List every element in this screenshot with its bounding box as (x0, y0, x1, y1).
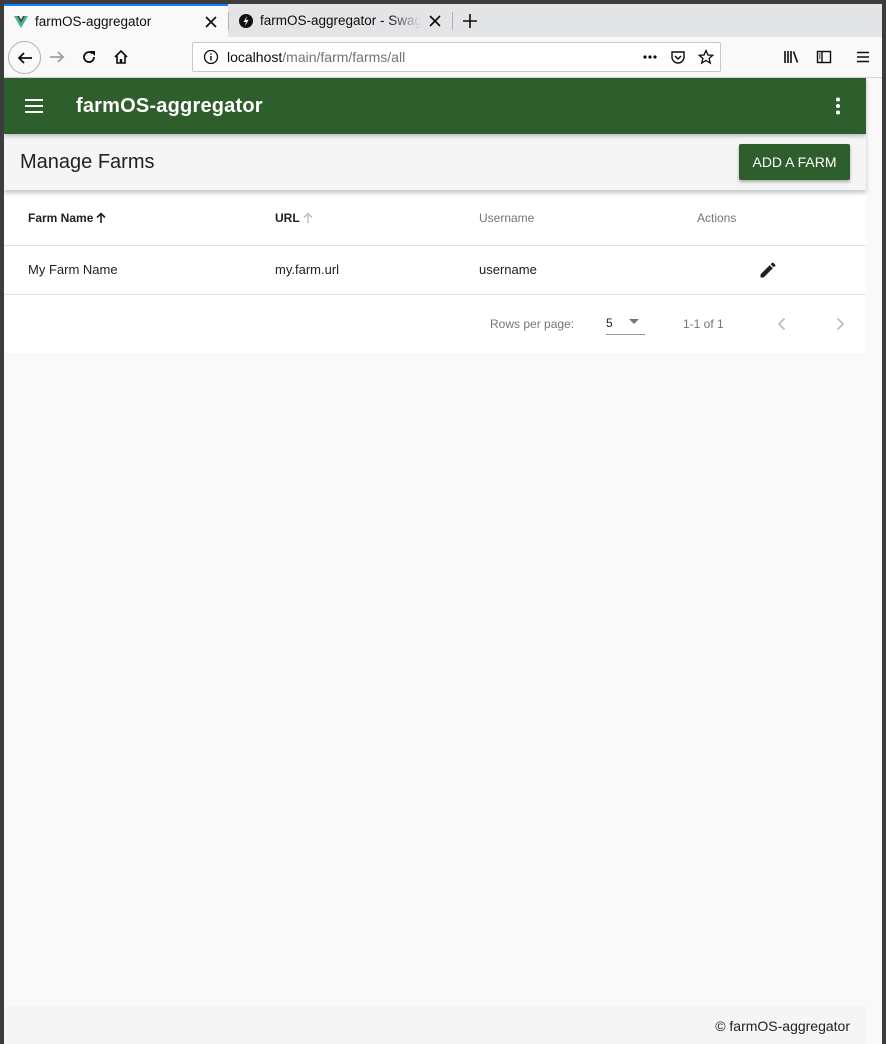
home-icon (114, 49, 128, 64)
column-header-username: Username (479, 190, 534, 246)
vue-logo-icon (13, 14, 29, 30)
tab-title: farmOS-aggregator (35, 14, 152, 29)
url-host: localhost (227, 49, 283, 65)
table-header: Farm Name URL Username Actions (4, 190, 866, 246)
farms-table: Farm Name URL Username Actions My Farm N… (4, 190, 866, 353)
arrow-up-icon (302, 212, 314, 224)
new-tab-button[interactable] (458, 9, 482, 33)
open-menu-button[interactable] (849, 43, 877, 71)
dropdown-arrow-icon (629, 319, 639, 324)
nav-drawer-button[interactable] (16, 88, 52, 124)
cell-username: username (479, 262, 537, 277)
url-actions (636, 43, 720, 71)
close-tab-icon[interactable] (203, 14, 219, 30)
pocket-icon[interactable] (664, 43, 692, 71)
tab-swagger-ui[interactable]: farmOS-aggregator - Swagger UI (229, 4, 452, 37)
rows-per-page-value: 5 (606, 315, 613, 330)
library-button[interactable] (778, 43, 806, 71)
table-footer: Rows per page: 5 1-1 of 1 (4, 295, 866, 353)
app-footer: © farmOS-aggregator (4, 1006, 866, 1044)
reload-icon (83, 51, 95, 63)
sidebar-icon (816, 50, 832, 64)
back-button[interactable] (8, 41, 41, 74)
pagination-range: 1-1 of 1 (683, 317, 724, 331)
rows-per-page-select[interactable]: 5 (606, 311, 645, 335)
more-options-button[interactable] (820, 88, 856, 124)
bookmark-star-icon[interactable] (692, 43, 720, 71)
edit-farm-button[interactable] (756, 258, 780, 282)
forward-button[interactable] (43, 43, 71, 71)
column-header-farm-name[interactable]: Farm Name (28, 190, 107, 246)
column-header-label: URL (275, 211, 300, 225)
cell-farm-name: My Farm Name (28, 262, 118, 277)
library-icon (784, 51, 799, 63)
chevron-right-icon (836, 317, 845, 331)
arrow-up-icon (95, 212, 107, 224)
rows-per-page-label: Rows per page: (490, 317, 575, 331)
home-button[interactable] (107, 43, 135, 71)
column-header-label: Username (479, 211, 535, 225)
arrow-right-icon (50, 51, 65, 63)
arrow-left-icon (17, 51, 32, 64)
scrollbar-gutter (866, 78, 882, 1044)
tab-separator (452, 12, 453, 30)
add-farm-button[interactable]: ADD A FARM (739, 144, 850, 180)
table-row: My Farm Name my.farm.url username (4, 246, 866, 295)
column-header-actions: Actions (697, 190, 736, 246)
app-toolbar: farmOS-aggregator (4, 78, 866, 134)
url-path: /main/farm/farms/all (282, 49, 406, 65)
reload-button[interactable] (75, 43, 103, 71)
copyright-text: © farmOS-aggregator (715, 1018, 850, 1034)
pencil-icon (760, 262, 776, 278)
browser-window: farmOS-aggregator farmOS-aggregator - Sw… (4, 4, 882, 1044)
page-toolbar: Manage Farms ADD A FARM (4, 134, 866, 190)
tab-title: farmOS-aggregator - Swagger UI (260, 13, 421, 28)
more-vert-icon (836, 97, 840, 115)
swagger-icon (238, 13, 254, 29)
url-bar[interactable]: localhost/main/farm/farms/all (192, 42, 721, 72)
navigation-toolbar: localhost/main/farm/farms/all (4, 37, 882, 78)
info-icon[interactable] (203, 49, 219, 65)
page-actions-icon[interactable] (636, 43, 664, 71)
cell-url: my.farm.url (275, 262, 340, 277)
chevron-left-icon (777, 317, 786, 331)
hamburger-menu-icon (857, 51, 869, 63)
menu-icon (25, 99, 43, 113)
tab-farmos-aggregator[interactable]: farmOS-aggregator (4, 4, 228, 37)
column-header-label: Actions (697, 211, 737, 225)
next-page-button[interactable] (828, 312, 852, 336)
column-header-label: Farm Name (28, 211, 94, 225)
page-title: Manage Farms (20, 151, 155, 173)
app-title: farmOS-aggregator (76, 95, 263, 117)
previous-page-button[interactable] (770, 312, 794, 336)
column-header-url[interactable]: URL (275, 190, 314, 246)
sidebar-button[interactable] (810, 43, 838, 71)
close-tab-icon[interactable] (427, 13, 443, 29)
tab-bar: farmOS-aggregator farmOS-aggregator - Sw… (4, 4, 882, 37)
plus-icon (463, 14, 477, 28)
